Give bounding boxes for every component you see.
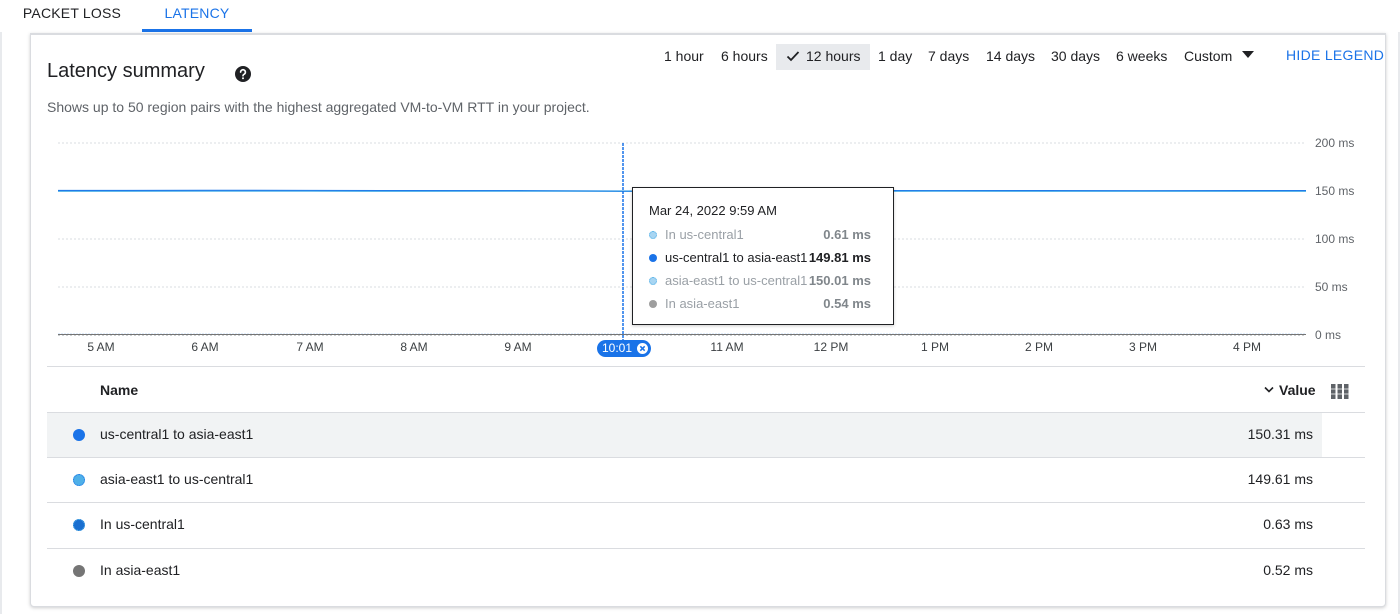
range-12-hours[interactable]: 12 hours (776, 44, 870, 70)
range-6-weeks[interactable]: 6 weeks (1116, 44, 1167, 70)
x-tick-label: 4 PM (1232, 340, 1262, 354)
range-6-hours[interactable]: 6 hours (721, 44, 768, 70)
tooltip-row: us-central1 to asia-east1 149.81 ms (649, 249, 879, 267)
cursor-time-pill[interactable]: 10:01 (597, 340, 651, 357)
table-row[interactable]: asia-east1 to us-central1 149.61 ms (47, 458, 1365, 502)
cursor-time-label: 10:01 (602, 341, 633, 355)
range-1-day[interactable]: 1 day (878, 44, 912, 70)
table-row[interactable]: us-central1 to asia-east1 150.31 ms (47, 413, 1322, 457)
column-header-value[interactable]: Value (1264, 382, 1316, 398)
x-tick-label: 11 AM (710, 340, 744, 354)
tab-packet-loss[interactable]: PACKET LOSS (16, 0, 128, 32)
series-dot-icon (73, 519, 85, 531)
x-tick-label: 5 AM (87, 340, 115, 354)
range-custom[interactable]: Custom (1184, 44, 1232, 70)
card-title: Latency summary (47, 60, 205, 82)
tab-latency[interactable]: LATENCY (142, 0, 252, 32)
column-settings-icon[interactable] (1331, 384, 1349, 399)
range-1-hour[interactable]: 1 hour (664, 44, 704, 70)
range-7-days[interactable]: 7 days (928, 44, 969, 70)
row-name: asia-east1 to us-central1 (100, 471, 254, 487)
tooltip-row: In us-central1 0.61 ms (649, 226, 879, 244)
tab-bar: PACKET LOSS LATENCY (0, 0, 1400, 32)
card-subtitle: Shows up to 50 region pairs with the hig… (47, 99, 590, 115)
y-tick-label: 150 ms (1315, 184, 1355, 198)
tooltip-series-value: 0.54 ms (823, 296, 871, 311)
tooltip-series-name: us-central1 to asia-east1 (665, 250, 808, 265)
x-tick-label: 8 AM (400, 340, 428, 354)
series-dot-icon (649, 231, 657, 239)
y-tick-label: 0 ms (1315, 328, 1342, 342)
range-14-days[interactable]: 14 days (986, 44, 1035, 70)
y-tick-label: 100 ms (1315, 232, 1355, 246)
close-icon[interactable] (637, 343, 648, 354)
y-tick-label: 50 ms (1315, 280, 1348, 294)
x-tick-label: 6 AM (191, 340, 219, 354)
chevron-down-icon[interactable] (1242, 51, 1254, 59)
row-name: us-central1 to asia-east1 (100, 426, 254, 442)
sort-descending-icon (1264, 386, 1274, 393)
series-dot-icon (73, 474, 85, 486)
tooltip-series-value: 149.81 ms (808, 250, 871, 265)
y-tick-label: 200 ms (1315, 136, 1355, 150)
row-value: 0.52 ms (1263, 562, 1313, 578)
series-dot-icon (649, 254, 657, 262)
tooltip-series-value: 0.61 ms (823, 227, 871, 242)
row-name: In asia-east1 (100, 562, 181, 578)
series-dot-icon (649, 300, 657, 308)
help-icon[interactable] (235, 66, 251, 82)
x-tick-label: 1 PM (920, 340, 950, 354)
series-dot-icon (73, 429, 85, 441)
chart-tooltip: Mar 24, 2022 9:59 AM In us-central1 0.61… (632, 187, 894, 325)
check-icon (786, 51, 800, 62)
row-name: In us-central1 (100, 516, 185, 532)
x-tick-label: 9 AM (504, 340, 532, 354)
tooltip-series-name: In asia-east1 (665, 296, 740, 311)
series-dot-icon (73, 565, 85, 577)
x-tick-label: 12 PM (813, 340, 849, 354)
range-12-hours-label: 12 hours (806, 48, 861, 64)
range-30-days[interactable]: 30 days (1051, 44, 1100, 70)
divider (47, 366, 1365, 367)
tooltip-row: asia-east1 to us-central1 150.01 ms (649, 272, 879, 290)
x-tick-label: 7 AM (296, 340, 324, 354)
column-header-value-label: Value (1279, 382, 1316, 398)
column-header-name[interactable]: Name (100, 382, 138, 398)
series-dot-icon (649, 277, 657, 285)
tooltip-series-name: In us-central1 (665, 227, 744, 242)
tooltip-date: Mar 24, 2022 9:59 AM (649, 203, 777, 218)
hide-legend-button[interactable]: HIDE LEGEND (1286, 47, 1384, 63)
x-tick-label: 3 PM (1128, 340, 1158, 354)
row-value: 0.63 ms (1263, 516, 1313, 532)
row-value: 149.61 ms (1247, 471, 1313, 487)
row-value: 150.31 ms (1247, 426, 1313, 442)
tooltip-row: In asia-east1 0.54 ms (649, 295, 879, 313)
tooltip-series-name: asia-east1 to us-central1 (665, 273, 808, 288)
x-tick-label: 2 PM (1024, 340, 1054, 354)
table-row[interactable]: In asia-east1 0.52 ms (47, 549, 1365, 593)
tooltip-series-value: 150.01 ms (808, 273, 871, 288)
table-row[interactable]: In us-central1 0.63 ms (47, 503, 1365, 547)
